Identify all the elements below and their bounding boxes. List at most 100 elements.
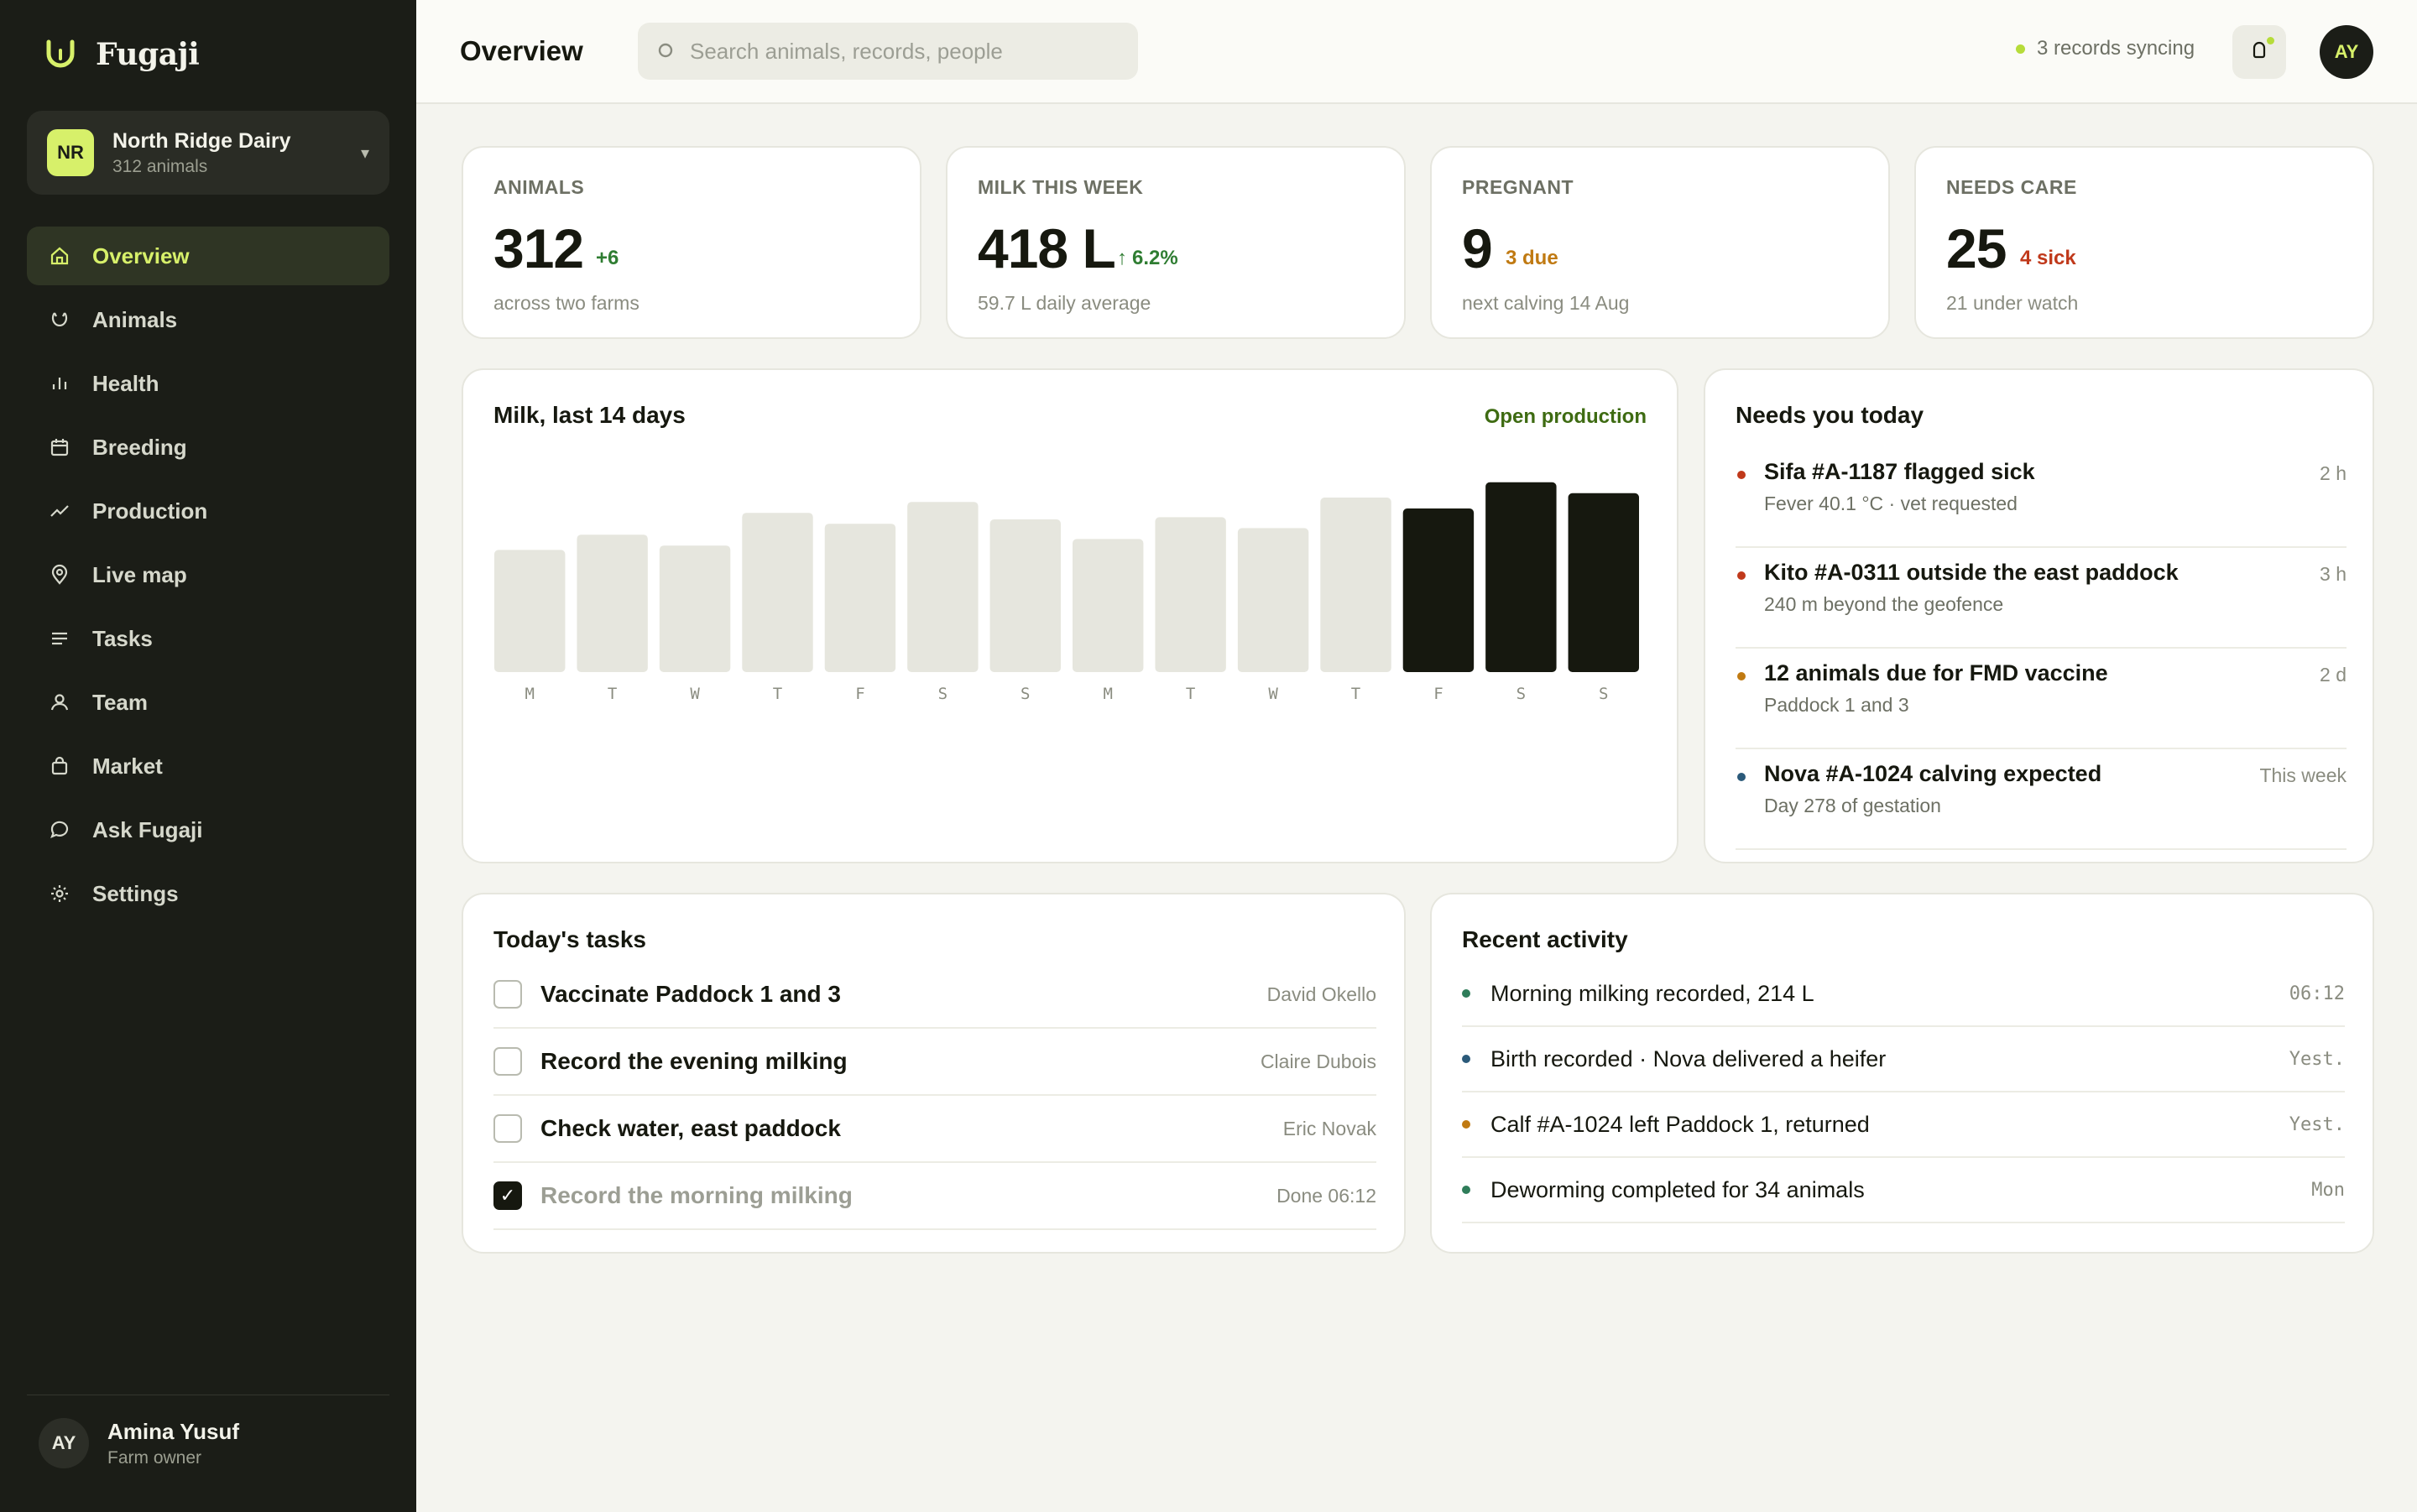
x-tick-label: F (1433, 685, 1443, 703)
stat-delta-group: ↑ 6.2% (1117, 247, 1178, 270)
nav-item-settings[interactable]: Settings (27, 864, 389, 923)
nav-label: Team (92, 689, 148, 715)
x-tick-label: W (690, 685, 700, 703)
account-avatar[interactable]: AY (2320, 25, 2373, 79)
status-dot (1737, 571, 1746, 580)
chart-bar[interactable] (1155, 517, 1226, 672)
sync-text: 3 records syncing (2037, 37, 2195, 60)
need-sub: Fever 40.1 °C · vet requested (1764, 493, 2018, 514)
activity-text: Birth recorded · Nova delivered a heifer (1490, 1045, 1887, 1071)
task-label: Record the morning milking (540, 1182, 853, 1208)
open-production-link[interactable]: Open production (1485, 405, 1647, 429)
task-checkbox[interactable] (493, 980, 522, 1009)
nav-label: Breeding (92, 434, 187, 460)
chart-bar[interactable] (1402, 508, 1475, 672)
task-assignee: Claire Dubois (1260, 1050, 1376, 1072)
task-checkbox[interactable] (493, 1047, 522, 1076)
list-item[interactable]: Sifa #A-1187 flagged sick Fever 40.1 °C … (1736, 447, 2347, 548)
nav-item-ask-fugaji[interactable]: Ask Fugaji (27, 800, 389, 859)
stat-delta: 6.2% (1132, 247, 1178, 269)
chart-bar[interactable] (1237, 528, 1309, 672)
activity-list: Morning milking recorded, 214 L 06:12 Bi… (1462, 962, 2345, 1223)
stat-card-pregnant[interactable]: PREGNANT 9 3 due next calving 14 Aug (1430, 146, 1890, 339)
nav-item-team[interactable]: Team (27, 673, 389, 732)
chart-bar[interactable] (1073, 539, 1144, 672)
stat-card-animals[interactable]: ANIMALS 312 +6 across two farms (462, 146, 921, 339)
topbar: Overview 3 records syncing AY (416, 0, 2417, 104)
main-nav: Overview Animals Health Breeding Product… (27, 227, 389, 928)
nav-item-breeding[interactable]: Breeding (27, 418, 389, 477)
activity-row[interactable]: Birth recorded · Nova delivered a heifer… (1462, 1027, 2345, 1092)
chart-bar[interactable] (1485, 482, 1557, 672)
stat-label: PREGNANT (1462, 176, 1574, 198)
chart-bar[interactable] (1568, 493, 1639, 672)
activity-time: Yest. (2289, 1048, 2345, 1070)
stat-delta: 3 due (1506, 247, 1558, 269)
app-name: Fugaji (96, 37, 200, 72)
chart-bar[interactable] (824, 524, 896, 672)
task-checkbox[interactable] (493, 1114, 522, 1143)
nav-item-tasks[interactable]: Tasks (27, 609, 389, 668)
need-sub: 240 m beyond the geofence (1764, 593, 2004, 615)
nav-item-health[interactable]: Health (27, 354, 389, 413)
chart-bar[interactable] (577, 534, 648, 672)
chevron-down-icon[interactable]: ▾ (361, 143, 369, 164)
needs-list: Sifa #A-1187 flagged sick Fever 40.1 °C … (1736, 447, 2347, 850)
farm-animal-count: 312 animals (112, 156, 208, 176)
list-item[interactable]: Kito #A-0311 outside the east paddock 24… (1736, 548, 2347, 649)
chart-bar[interactable] (742, 513, 813, 672)
farm-switcher[interactable]: NR North Ridge Dairy 312 animals ▾ (27, 111, 389, 195)
task-row[interactable]: Vaccinate Paddock 1 and 3 David Okello (493, 962, 1376, 1029)
search-input[interactable] (690, 38, 1126, 65)
nav-item-production[interactable]: Production (27, 482, 389, 540)
list-item[interactable]: 12 animals due for FMD vaccine Paddock 1… (1736, 649, 2347, 749)
sidebar: Fugaji NR North Ridge Dairy 312 animals … (0, 0, 416, 1512)
stat-card-needs-care[interactable]: NEEDS CARE 25 4 sick 21 under watch (1914, 146, 2374, 339)
nav-label: Health (92, 370, 159, 396)
activity-row[interactable]: Calf #A-1024 left Paddock 1, returned Ye… (1462, 1092, 2345, 1158)
chart-bar[interactable] (989, 519, 1061, 672)
x-tick-label: T (1351, 685, 1360, 703)
calendar-icon (49, 436, 70, 458)
x-tick-label: S (1516, 685, 1526, 703)
stat-sub: next calving 14 Aug (1462, 292, 1630, 314)
notifications-button[interactable] (2232, 25, 2286, 79)
sync-status[interactable]: 3 records syncing (2016, 37, 2195, 60)
nav-label: Live map (92, 561, 187, 587)
stat-value: 418 L (978, 217, 1116, 279)
nav-label: Ask Fugaji (92, 816, 203, 842)
chart-bar[interactable] (659, 545, 731, 672)
chart-bar[interactable] (1320, 498, 1391, 672)
activity-card: Recent activity Morning milking recorded… (1430, 893, 2374, 1254)
nav-item-animals[interactable]: Animals (27, 290, 389, 349)
activity-row[interactable]: Deworming completed for 34 animals Mon (1462, 1158, 2345, 1223)
nav-item-live-map[interactable]: Live map (27, 545, 389, 604)
x-tick-label: S (1021, 685, 1030, 703)
tasks-card: Today's tasks Vaccinate Paddock 1 and 3 … (462, 893, 1406, 1254)
nav-item-overview[interactable]: Overview (27, 227, 389, 285)
task-row[interactable]: Check water, east paddock Eric Novak (493, 1096, 1376, 1163)
user-profile[interactable]: AY Amina Yusuf Farm owner (39, 1418, 239, 1468)
stat-card-milk[interactable]: MILK THIS WEEK 418 L ↑ 6.2% 59.7 L daily… (946, 146, 1406, 339)
task-row[interactable]: Record the evening milking Claire Dubois (493, 1029, 1376, 1096)
chart-bar[interactable] (907, 502, 979, 672)
status-dot (1737, 773, 1746, 781)
search-box[interactable] (638, 23, 1138, 80)
task-checkbox-checked[interactable]: ✓ (493, 1181, 522, 1210)
brand[interactable]: Fugaji (44, 35, 200, 74)
task-row[interactable]: ✓ Record the morning milking Done 06:12 (493, 1163, 1376, 1230)
activity-text: Deworming completed for 34 animals (1490, 1176, 1865, 1202)
status-dot (1462, 1055, 1470, 1063)
need-sub: Day 278 of gestation (1764, 795, 1941, 816)
activity-row[interactable]: Morning milking recorded, 214 L 06:12 (1462, 962, 2345, 1027)
task-assignee: David Okello (1266, 983, 1376, 1005)
nav-item-market[interactable]: Market (27, 737, 389, 795)
avatar: AY (39, 1418, 89, 1468)
list-item[interactable]: Nova #A-1024 calving expected Day 278 of… (1736, 749, 2347, 850)
nav-label: Animals (92, 306, 178, 332)
card-title: Today's tasks (493, 926, 646, 952)
x-tick-label: T (773, 685, 782, 703)
map-pin-icon (49, 564, 70, 586)
stat-label: NEEDS CARE (1946, 176, 2077, 198)
chart-bar[interactable] (494, 550, 566, 672)
